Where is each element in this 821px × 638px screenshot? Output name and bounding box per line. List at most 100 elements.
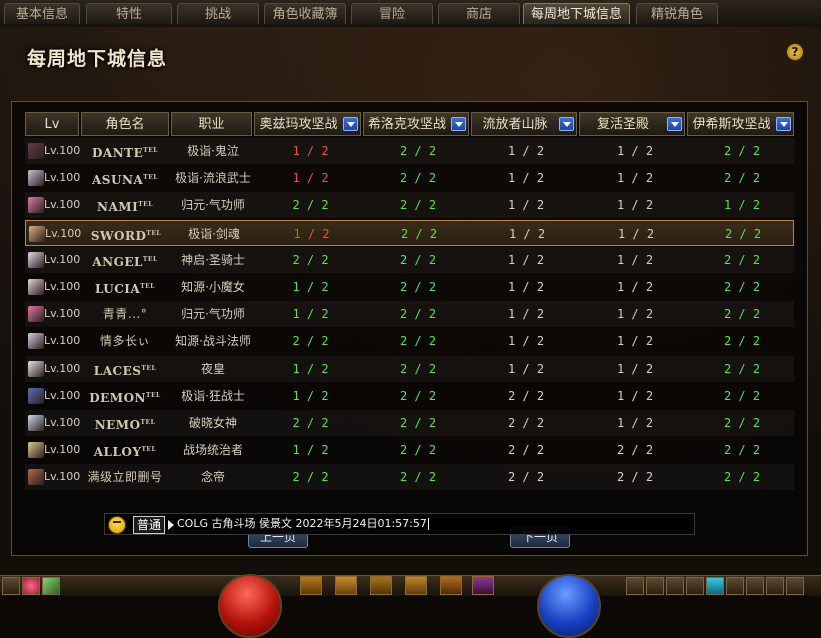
character-job: 知源·战斗法师 (175, 334, 251, 349)
skill-slot-q[interactable] (300, 576, 322, 595)
ozma-dropdown-icon[interactable] (343, 117, 358, 131)
menu-slot-8[interactable] (766, 577, 784, 595)
menu-slot-3[interactable] (666, 577, 684, 595)
dungeon-clear-count: 2 / 2 (507, 443, 545, 458)
dungeon-clear-count: 2 / 2 (292, 334, 329, 349)
dungeon-clear-count: 1 / 2 (616, 307, 654, 322)
sirocco-dropdown-icon[interactable] (451, 117, 466, 131)
character-avatar-icon (28, 306, 44, 323)
character-job: 极诣·鬼泣 (187, 144, 239, 158)
skill-slot-t[interactable] (440, 576, 462, 595)
header-job: 职业 (171, 112, 252, 136)
character-level: Lv.100 (44, 171, 81, 185)
quick-slot-3[interactable] (42, 577, 60, 595)
tab-basic-info[interactable]: 基本信息 (4, 3, 80, 24)
quick-slot-1[interactable] (2, 577, 20, 595)
dungeon-clear-count: 2 / 2 (400, 226, 438, 241)
dungeon-clear-count: 1 / 2 (616, 388, 654, 403)
diamond-icon[interactable] (706, 577, 724, 595)
character-level: Lv.100 (44, 443, 81, 457)
tab-traits[interactable]: 特性 (86, 3, 172, 24)
dungeon-clear-count: 2 / 2 (399, 171, 437, 186)
skill-slot-e[interactable] (370, 576, 392, 595)
table-row[interactable]: Lv.100 SWORDTEL 极诣·剑魂 1 / 2 2 / 2 1 / 2 1 / 2 2… (25, 219, 794, 246)
table-row[interactable]: Lv.100 ASUNATEL 极诣·流浪武士 1 / 2 2 / 2 1 / 2 1 / … (25, 165, 794, 191)
character-avatar-icon (28, 333, 44, 350)
dungeon-clear-count: 2 / 2 (292, 470, 329, 485)
menu-slot-1[interactable] (626, 577, 644, 595)
dungeon-clear-count: 2 / 2 (507, 388, 545, 403)
dungeon-clear-count: 2 / 2 (399, 280, 437, 294)
tel-tag: TEL (141, 364, 157, 372)
skill-slot-y[interactable] (472, 576, 494, 595)
dungeon-clear-count: 2 / 2 (507, 470, 545, 485)
dungeon-clear-count: 1 / 2 (616, 334, 654, 349)
table-row[interactable]: Lv.100 ALLOYTEL 战场统治者 1 / 2 2 / 2 2 / 2 2 / 2 2… (25, 437, 794, 463)
header-resurrection-temple: 复活圣殿 (579, 112, 685, 136)
heart-icon[interactable] (22, 577, 40, 595)
menu-slot-6[interactable] (726, 577, 744, 595)
character-job: 念帝 (200, 470, 225, 485)
dungeon-clear-count: 1 / 2 (616, 171, 654, 186)
skill-slot-r[interactable] (405, 576, 427, 595)
tab-adventure[interactable]: 冒险 (351, 3, 433, 24)
character-name: DEMONTEL (89, 390, 161, 405)
tab-shop[interactable]: 商店 (438, 3, 520, 24)
tel-tag: TEL (146, 229, 162, 237)
menu-slot-4[interactable] (686, 577, 704, 595)
hp-orb (218, 574, 282, 638)
table-row[interactable]: Lv.100 DANTETEL 极诣·鬼泣 1 / 2 2 / 2 1 / 2 1 / 2 2… (25, 138, 794, 164)
dungeon-clear-count: 2 / 2 (399, 307, 437, 322)
character-level: Lv.100 (44, 252, 81, 266)
help-icon[interactable]: ? (786, 43, 804, 61)
character-name: DANTETEL (91, 146, 159, 160)
character-job: 破晓女神 (188, 416, 237, 430)
dungeon-clear-count: 2 / 2 (723, 334, 761, 349)
character-level: Lv.100 (44, 198, 81, 212)
dungeon-clear-count: 1 / 2 (616, 252, 654, 267)
tel-tag: TEL (140, 419, 156, 426)
menu-slot-2[interactable] (646, 577, 664, 595)
tel-tag: TEL (141, 446, 157, 454)
channel-arrow-icon[interactable] (168, 520, 174, 530)
dungeon-clear-count: 2 / 2 (507, 416, 545, 430)
skill-slot-w[interactable] (335, 576, 357, 595)
character-level: Lv.100 (44, 144, 81, 157)
table-row[interactable]: Lv.100 DEMONTEL 极诣·狂战士 1 / 2 2 / 2 2 / 2 1 / 2… (25, 383, 794, 409)
header-ozma: 奥兹玛攻坚战 (254, 112, 361, 136)
table-row[interactable]: Lv.100 LACESTEL 夜皇 1 / 2 2 / 2 1 / 2 1 / 2 2 / … (25, 355, 794, 382)
tab-collection[interactable]: 角色收藏簿 (264, 3, 346, 24)
exile-mountain-dropdown-icon[interactable] (559, 117, 574, 131)
text-caret (427, 518, 429, 530)
character-name: ALLOYTEL (93, 445, 157, 460)
tab-weekly-dungeon[interactable]: 每周地下城信息 (523, 3, 630, 24)
menu-slot-9[interactable] (786, 577, 804, 595)
table-row[interactable]: Lv.100 青青...° 归元·气功师 1 / 2 2 / 2 1 / 2 1 / 2 2 … (25, 301, 794, 328)
table-row[interactable]: Lv.100 ANGELTEL 神启·圣骑士 2 / 2 2 / 2 1 / 2 1 / 2… (25, 246, 794, 273)
character-avatar-icon (28, 469, 44, 486)
table-row[interactable]: Lv.100 LUCIATEL 知源·小魔女 1 / 2 2 / 2 1 / 2 1 / 2… (25, 274, 794, 300)
chat-message[interactable]: COLG 古角斗场 侯景文 2022年5月24日01:57:57 (177, 514, 429, 534)
dungeon-clear-count: 2 / 2 (723, 443, 761, 458)
character-avatar-icon (28, 251, 44, 268)
tab-challenge[interactable]: 挑战 (177, 3, 259, 24)
chat-input-bar[interactable]: 普通 COLG 古角斗场 侯景文 2022年5月24日01:57:57 (104, 513, 695, 535)
table-row[interactable]: Lv.100 NEMOTEL 破晓女神 2 / 2 2 / 2 2 / 2 1 / 2 2 /… (25, 410, 794, 436)
isis-dropdown-icon[interactable] (776, 117, 791, 131)
character-avatar-icon (28, 279, 44, 295)
table-row[interactable]: Lv.100 满级立即删号 念帝 2 / 2 2 / 2 2 / 2 2 / 2 2 / 2 (25, 464, 794, 491)
dungeon-clear-count: 2 / 2 (723, 361, 761, 376)
dungeon-clear-count: 1 / 2 (507, 252, 545, 267)
tab-elite-character[interactable]: 精锐角色 (636, 3, 718, 24)
emoji-icon[interactable] (108, 516, 126, 534)
chat-channel-button[interactable]: 普通 (133, 516, 166, 534)
table-row[interactable]: Lv.100 NAMITEL 归元·气功师 2 / 2 2 / 2 1 / 2 1 / 2 1… (25, 192, 794, 219)
dungeon-clear-count: 2 / 2 (723, 470, 761, 485)
character-avatar-icon (28, 387, 44, 404)
character-avatar-icon (29, 225, 45, 242)
dungeon-clear-count: 2 / 2 (616, 443, 654, 458)
menu-slot-7[interactable] (746, 577, 764, 595)
table-row[interactable]: Lv.100 情多长ぃ 知源·战斗法师 2 / 2 2 / 2 1 / 2 1 / 2 2 /… (25, 328, 794, 354)
resurrection-temple-dropdown-icon[interactable] (667, 117, 682, 131)
character-job: 极诣·流浪武士 (175, 171, 251, 186)
